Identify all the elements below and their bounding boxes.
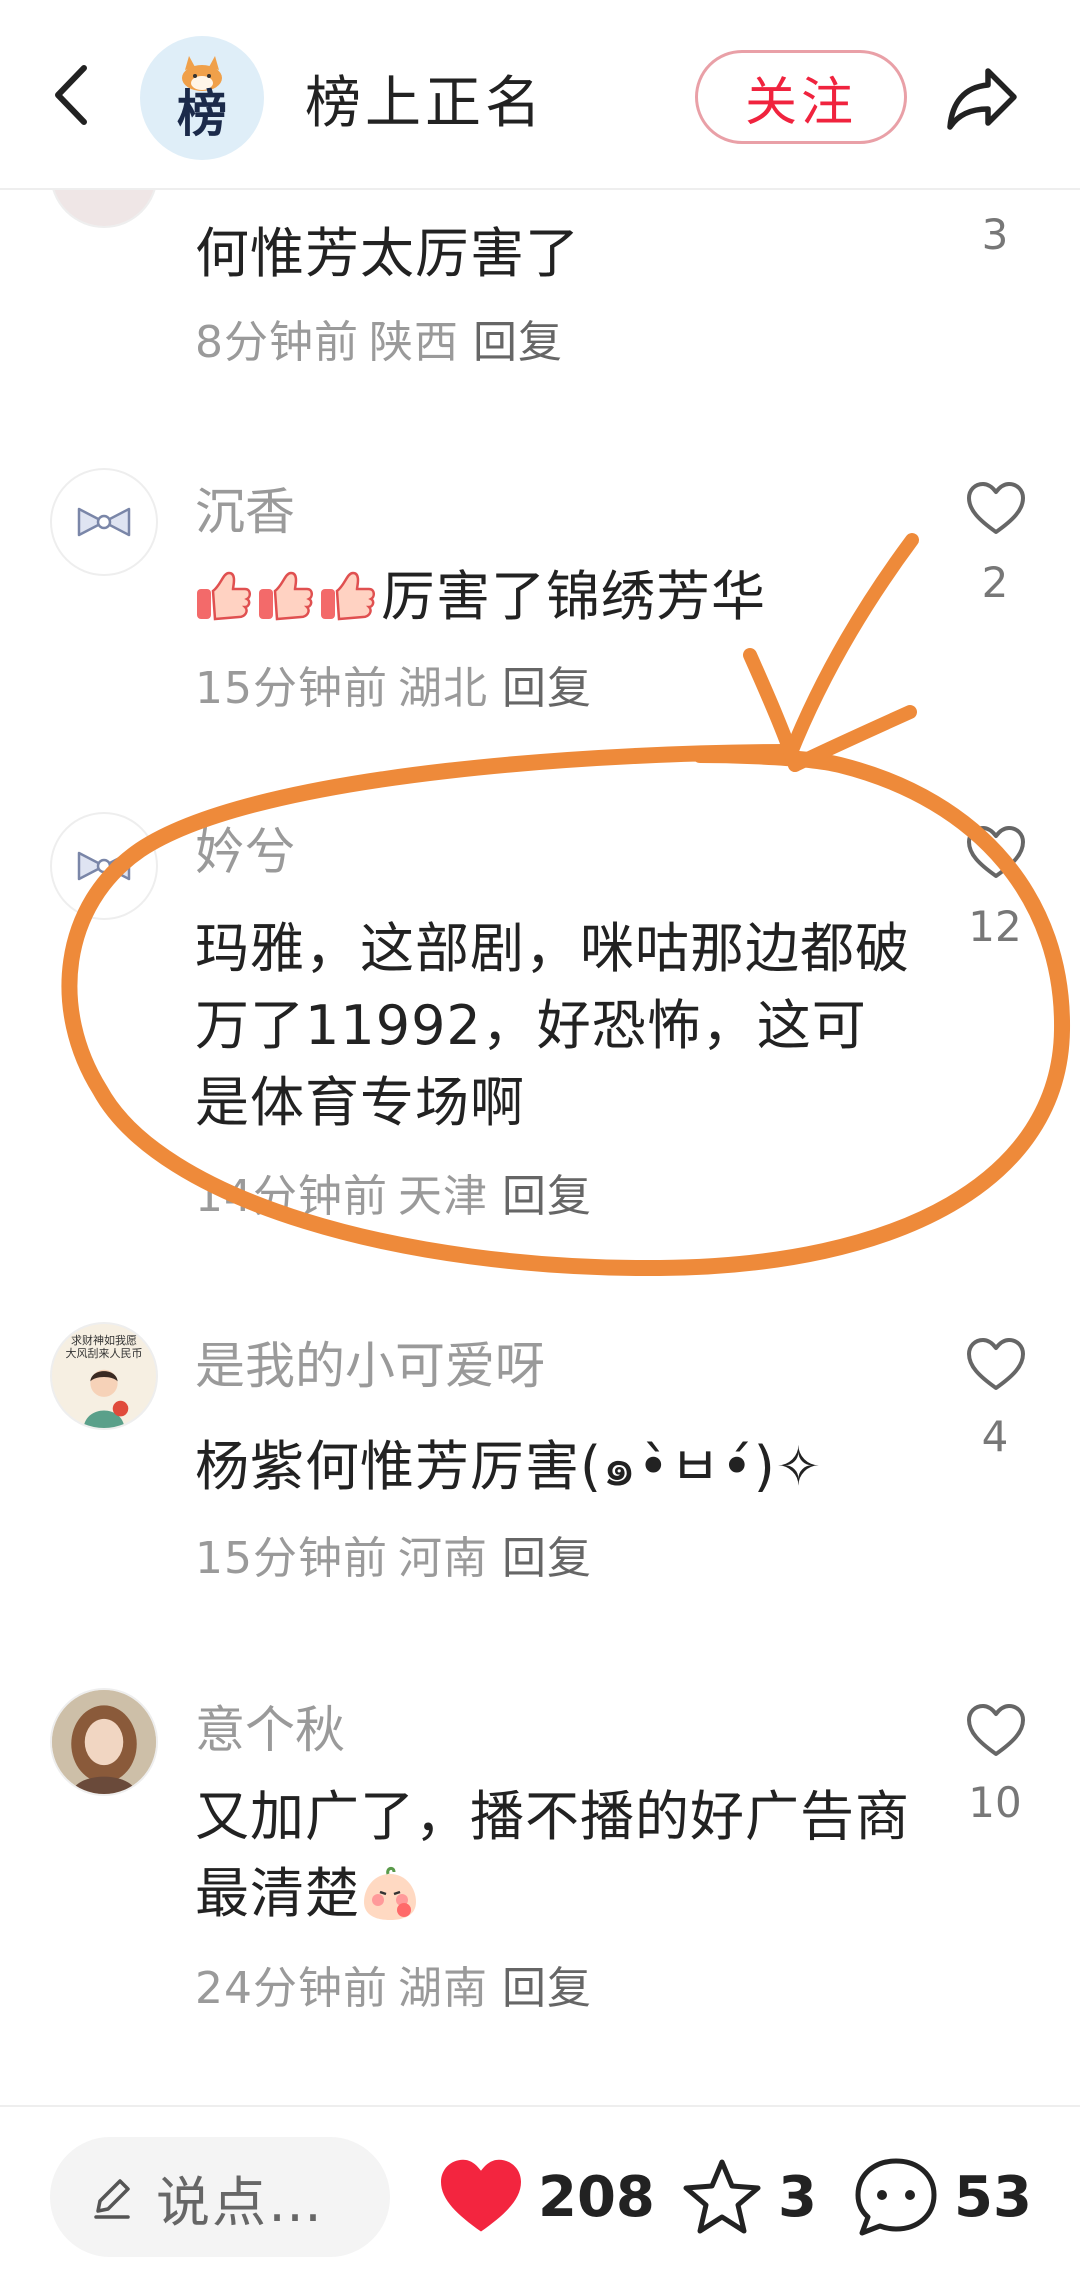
user-avatar[interactable] (50, 468, 158, 576)
bottom-action-bar: 说点… 208 3 53 (0, 2105, 1080, 2292)
thumbs-up-icon (321, 571, 375, 621)
share-button[interactable] (940, 58, 1024, 138)
avatar-photo-icon (52, 1690, 156, 1794)
comment-total: 53 (954, 2164, 1032, 2230)
comment-text: 玛雅，这部剧，咪咕那边都破万了11992，好恐怖，这可是体育专场啊 (195, 917, 910, 1134)
bow-icon (77, 851, 131, 881)
comment-meta: 24分钟前 湖南 回复 (195, 1952, 592, 2016)
avatar-caption-line: 大风刮来人民币 (65, 1347, 143, 1360)
comment-input-placeholder: 说点… (156, 2170, 324, 2234)
heart-outline-icon[interactable] (965, 1702, 1027, 1760)
reply-button[interactable]: 回复 (502, 1963, 592, 2014)
like-count: 2 (981, 558, 1009, 607)
comment-input[interactable]: 说点… (50, 2137, 390, 2257)
reply-button[interactable]: 回复 (502, 663, 592, 714)
comment-time: 24分钟前 (195, 1963, 388, 2014)
speech-bubble-icon (855, 2158, 937, 2236)
blushing-face-icon (364, 1866, 416, 1920)
comment-text: 厉害了锦绣芳华 (195, 558, 915, 635)
like-button[interactable]: 208 (438, 2147, 655, 2247)
heart-filled-icon (441, 2159, 521, 2232)
user-avatar[interactable]: 求财神如我愿 大风刮来人民币 (50, 1322, 158, 1430)
like-count: 3 (981, 210, 1009, 259)
reply-button[interactable]: 回复 (502, 1171, 592, 1222)
comment-button[interactable]: 53 (852, 2147, 1032, 2247)
comment-text: 杨紫何惟芳厉害(๑•̀ㅂ•́)✧ (195, 1435, 823, 1498)
reply-button[interactable]: 回复 (502, 1533, 592, 1584)
comment-location: 湖北 (398, 663, 488, 714)
comment-text-body: 又加广了，播不播的好广告商最清楚 (195, 1785, 910, 1925)
account-avatar[interactable]: 榜 (140, 36, 264, 160)
user-avatar[interactable] (50, 1688, 158, 1796)
avatar-caption-line: 求财神如我愿 (71, 1334, 137, 1347)
like-count: 4 (981, 1412, 1009, 1461)
like-total: 208 (538, 2164, 655, 2230)
account-name[interactable]: 榜上正名 (305, 58, 545, 139)
reply-button[interactable]: 回复 (473, 317, 563, 368)
username[interactable]: 沉香 (195, 472, 295, 544)
comment-text-body: 厉害了锦绣芳华 (381, 565, 766, 628)
share-icon (947, 68, 1017, 130)
favorite-total: 3 (778, 2164, 817, 2230)
comment-time: 14分钟前 (195, 1171, 388, 1222)
like-count: 12 (968, 902, 1022, 951)
comment-meta: 8分钟前 陕西 回复 (195, 306, 563, 370)
username[interactable]: 意个秋 (195, 1690, 345, 1762)
follow-button[interactable]: 关注 (695, 50, 907, 144)
heart-outline-icon[interactable] (965, 480, 1027, 538)
comment-meta: 15分钟前 河南 回复 (195, 1522, 592, 1586)
comment-location: 湖南 (398, 1963, 488, 2014)
comment-time: 15分钟前 (195, 1533, 388, 1584)
favorite-button[interactable]: 3 (680, 2147, 817, 2247)
pencil-icon (94, 2179, 130, 2219)
comment-time: 15分钟前 (195, 663, 388, 714)
comment-text: 何惟芳太厉害了 (195, 222, 580, 285)
account-logo-text: 榜 (177, 85, 227, 143)
star-icon (683, 2159, 761, 2234)
thumbs-up-icon (197, 571, 251, 621)
heart-outline-icon[interactable] (965, 824, 1027, 882)
comment-location: 陕西 (369, 317, 459, 368)
top-bar: 榜 榜上正名 关注 (0, 0, 1080, 190)
thumbs-up-icon (259, 571, 313, 621)
comment-meta: 15分钟前 湖北 回复 (195, 652, 592, 716)
comment-time: 8分钟前 (195, 317, 359, 368)
cartoon-person-icon (83, 1369, 129, 1428)
user-avatar[interactable] (50, 812, 158, 920)
username[interactable]: 妗兮 (195, 812, 295, 884)
username[interactable]: 是我的小可爱呀 (195, 1326, 545, 1398)
bow-icon (77, 507, 131, 537)
back-arrow-icon (55, 65, 87, 125)
comment-text: 又加广了，播不播的好广告商最清楚 (195, 1778, 915, 1932)
heart-outline-icon[interactable] (965, 1336, 1027, 1394)
comment-location: 天津 (398, 1171, 488, 1222)
comment-location: 河南 (398, 1533, 488, 1584)
back-button[interactable] (40, 55, 100, 135)
comment-meta: 14分钟前 天津 回复 (195, 1160, 592, 1224)
like-count: 10 (968, 1778, 1022, 1827)
